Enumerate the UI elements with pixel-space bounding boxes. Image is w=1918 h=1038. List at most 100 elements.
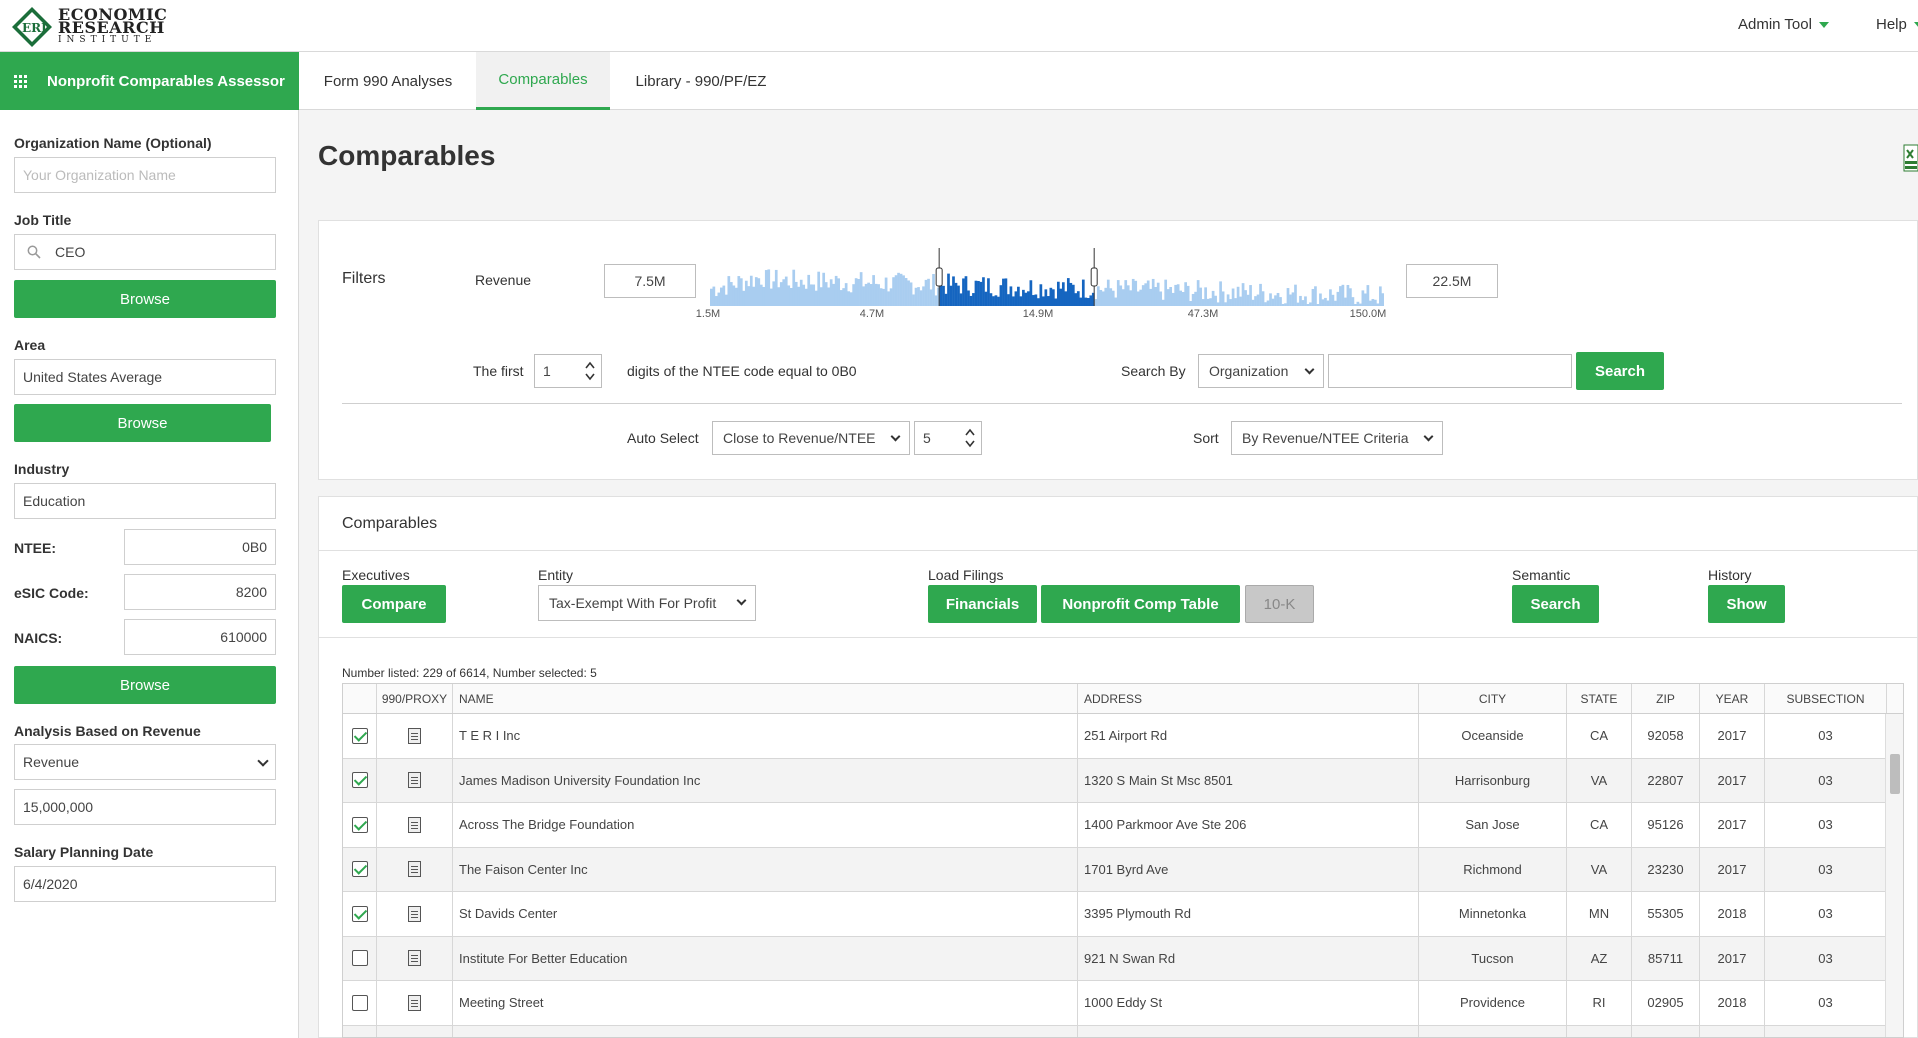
browse-industry-button[interactable]: Browse (14, 666, 276, 704)
tab-comparables[interactable]: Comparables (476, 52, 610, 110)
revenue-histogram[interactable] (710, 248, 1384, 306)
histogram-bar (1171, 292, 1175, 306)
browse-area-button[interactable]: Browse (14, 404, 271, 442)
histogram-bar (729, 282, 733, 306)
histogram-bar (1354, 304, 1357, 306)
area-input[interactable]: United States Average (14, 359, 276, 395)
city-cell: Harrisonburg (1419, 758, 1567, 802)
name-cell: T E R I Inc (453, 714, 1078, 758)
the-first-stepper[interactable]: 1 (534, 354, 602, 388)
search-by-select[interactable]: Organization (1198, 354, 1324, 388)
revenue-max-input[interactable]: 22.5M (1406, 264, 1498, 298)
document-icon[interactable] (408, 861, 421, 878)
column-header-year[interactable]: YEAR (1700, 684, 1765, 713)
analysis-select[interactable]: Revenue (14, 744, 276, 780)
sort-label: Sort (1193, 430, 1219, 446)
histogram-bar (854, 278, 858, 306)
column-header-name[interactable]: NAME (453, 684, 1078, 713)
admin-tool-menu[interactable]: Admin Tool (1738, 16, 1829, 33)
column-header-zip[interactable]: ZIP (1632, 684, 1700, 713)
table-scrollbar[interactable] (1885, 714, 1903, 1037)
nonprofit-comp-table-button[interactable]: Nonprofit Comp Table (1041, 585, 1240, 623)
column-header-address[interactable]: ADDRESS (1078, 684, 1419, 713)
analysis-label: Analysis Based on Revenue (14, 723, 201, 739)
eri-logo[interactable]: ERI ECONOMIC RESEARCH INSTITUTE (10, 5, 167, 49)
document-icon[interactable] (408, 994, 421, 1011)
compare-button[interactable]: Compare (342, 585, 446, 623)
histogram-bar (1236, 286, 1240, 306)
histogram-bar (1101, 291, 1105, 306)
range-handle-max[interactable] (1090, 267, 1098, 287)
sort-select[interactable]: By Revenue/NTEE Criteria (1231, 421, 1443, 455)
checkbox-icon[interactable] (351, 905, 368, 922)
auto-select-select[interactable]: Close to Revenue/NTEE (712, 421, 910, 455)
semantic-search-button[interactable]: Search (1512, 585, 1599, 623)
naics-input[interactable]: 610000 (124, 619, 276, 655)
address-cell: 251 Airport Rd (1078, 714, 1419, 758)
tab-library[interactable]: Library - 990/PF/EZ (610, 52, 792, 110)
scrollbar-thumb[interactable] (1890, 754, 1900, 794)
document-icon[interactable] (408, 772, 421, 789)
histogram-bar (764, 270, 768, 306)
column-header-city[interactable]: CITY (1419, 684, 1567, 713)
search-text-input[interactable] (1328, 354, 1572, 388)
histogram-bar (1234, 298, 1237, 306)
financials-button[interactable]: Financials (928, 585, 1037, 623)
table-row[interactable]: Meeting Street 1000 Eddy St Providence RI 02… (343, 981, 1903, 1026)
column-header-990-proxy[interactable]: 990/PROXY (377, 684, 453, 713)
auto-select-count-stepper[interactable]: 5 (914, 421, 982, 455)
proxy-cell (377, 981, 453, 1025)
table-row[interactable]: St Davids Center 3395 Plymouth Rd Minneton… (343, 892, 1903, 937)
filters-search-button[interactable]: Search (1576, 352, 1664, 390)
document-icon[interactable] (408, 905, 421, 922)
table-row[interactable]: Across The Bridge Foundation 1400 Parkmoo… (343, 803, 1903, 848)
document-icon[interactable] (408, 950, 421, 967)
app-title[interactable]: Nonprofit Comparables Assessor (0, 52, 299, 110)
org-name-input[interactable]: Your Organization Name (14, 157, 276, 193)
job-title-input[interactable]: CEO (14, 234, 276, 270)
city-cell: Oceanside (1419, 714, 1567, 758)
checkbox-icon[interactable] (351, 772, 368, 789)
table-row[interactable] (343, 1025, 1903, 1037)
ntee-input[interactable]: 0B0 (124, 529, 276, 565)
histogram-bar (1289, 294, 1292, 306)
table-row[interactable]: James Madison University Foundation Inc 1… (343, 758, 1903, 803)
esic-input[interactable]: 8200 (124, 574, 276, 610)
document-icon[interactable] (408, 727, 421, 744)
checkbox-icon[interactable] (351, 994, 368, 1011)
checkbox-icon[interactable] (351, 861, 368, 878)
column-header-state[interactable]: STATE (1567, 684, 1632, 713)
city-cell: San Jose (1419, 803, 1567, 847)
table-row[interactable]: T E R I Inc 251 Airport Rd Oceanside CA 9205… (343, 714, 1903, 759)
histogram-bar (884, 277, 888, 306)
table-row[interactable]: The Faison Center Inc 1701 Byrd Ave Richmo… (343, 847, 1903, 892)
salary-date-input[interactable]: 6/4/2020 (14, 866, 276, 902)
industry-input[interactable]: Education (14, 483, 276, 519)
histogram-bar (909, 282, 913, 306)
help-menu[interactable]: Help (1876, 16, 1918, 33)
excel-icon[interactable] (1902, 143, 1918, 173)
ten-k-button[interactable]: 10-K (1245, 585, 1314, 623)
histogram-bar (1126, 285, 1130, 306)
browse-job-title-button[interactable]: Browse (14, 280, 276, 318)
history-show-button[interactable]: Show (1708, 585, 1785, 623)
revenue-min-input[interactable]: 7.5M (604, 264, 696, 298)
range-handle-min[interactable] (935, 267, 943, 287)
checkbox-icon[interactable] (351, 950, 368, 967)
entity-select[interactable]: Tax-Exempt With For Profit (538, 585, 756, 621)
histogram-bar (752, 286, 756, 306)
column-header-subsection[interactable]: SUBSECTION (1765, 684, 1887, 713)
histogram-bar (929, 289, 933, 306)
tab-form-990-analyses[interactable]: Form 990 Analyses (300, 52, 476, 110)
spinner-icon[interactable] (965, 426, 975, 450)
histogram-bar (1049, 287, 1053, 306)
document-icon[interactable] (408, 816, 421, 833)
chevron-down-icon (1913, 21, 1918, 28)
histogram-bar (802, 284, 806, 306)
checkbox-icon[interactable] (351, 816, 368, 833)
revenue-input[interactable]: 15,000,000 (14, 789, 276, 825)
histogram-bar (812, 284, 816, 306)
checkbox-icon[interactable] (351, 727, 368, 744)
table-row[interactable]: Institute For Better Education 921 N Swan… (343, 936, 1903, 981)
spinner-icon[interactable] (585, 359, 595, 383)
